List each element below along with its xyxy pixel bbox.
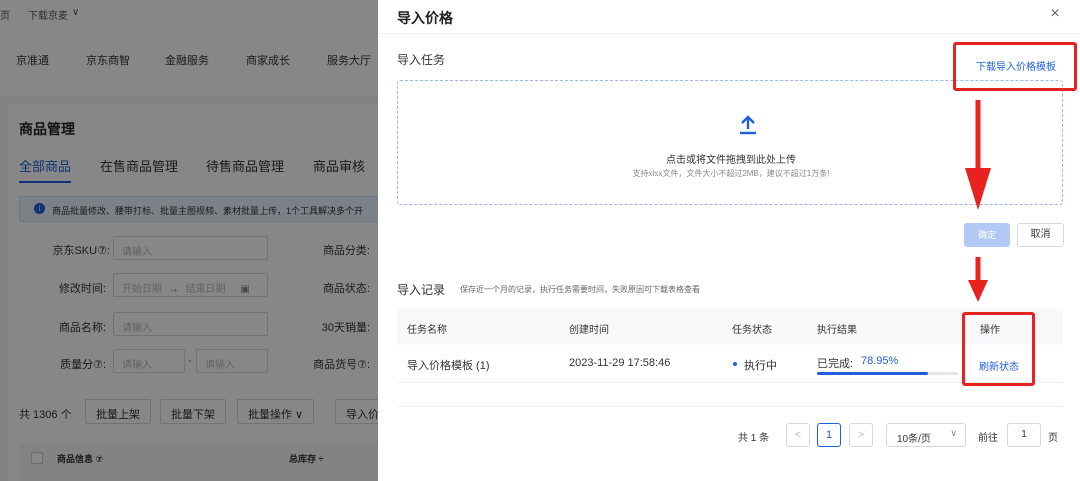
annotation-arrow-head [968, 280, 988, 302]
annotation-arrows [965, 100, 991, 302]
annotation-arrow-head [965, 168, 991, 210]
